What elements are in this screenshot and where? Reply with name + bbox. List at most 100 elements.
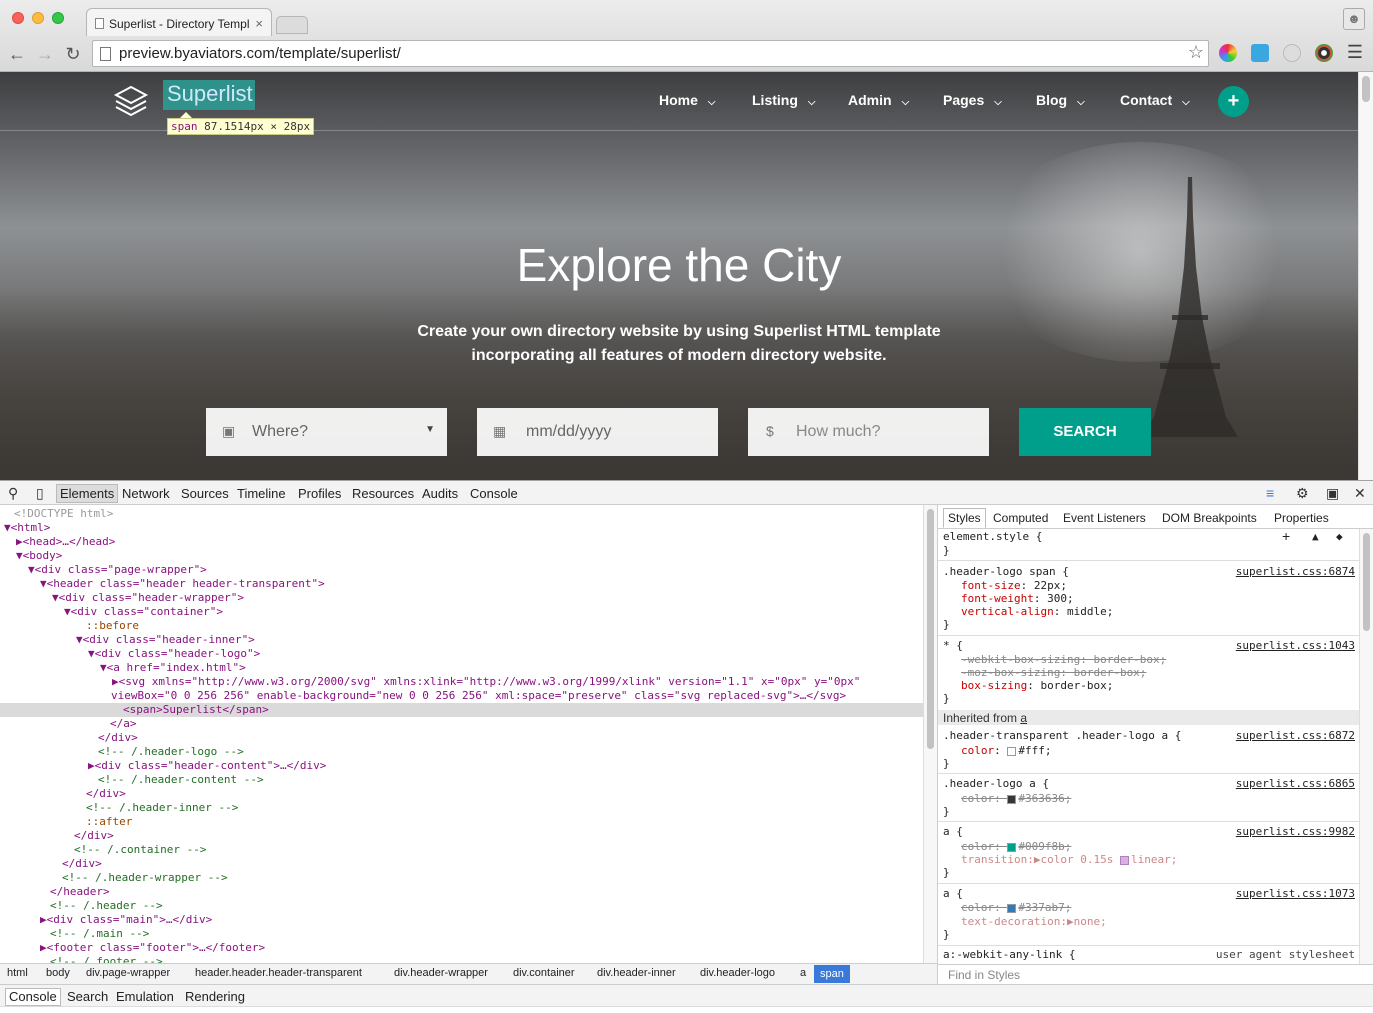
new-tab-button[interactable] xyxy=(276,16,308,34)
nav-blog[interactable]: Blog ⌵ xyxy=(1036,92,1085,108)
dom-node[interactable]: ▶<div class="main">…</div> xyxy=(0,913,923,927)
dock-icon[interactable]: ▣ xyxy=(1326,485,1339,502)
drawer-tab-console[interactable]: Console xyxy=(5,988,61,1006)
nav-pages[interactable]: Pages ⌵ xyxy=(943,92,1002,108)
dom-node[interactable]: ▼<div class="page-wrapper"> xyxy=(0,563,923,577)
breadcrumb-item[interactable]: body xyxy=(46,967,70,979)
menu-icon[interactable]: ☰ xyxy=(1347,42,1363,63)
rule-source-link[interactable]: superlist.css:6865 xyxy=(1236,777,1355,790)
close-window-button[interactable] xyxy=(12,12,24,24)
breadcrumb-item[interactable]: div.header-wrapper xyxy=(394,967,488,979)
forward-icon[interactable]: → xyxy=(35,44,55,65)
dom-node[interactable]: ▼<a href="index.html"> xyxy=(0,661,923,675)
dom-node[interactable]: <!-- /.header-wrapper --> xyxy=(0,871,923,885)
dom-node[interactable]: </div> xyxy=(0,787,923,801)
dom-node[interactable]: ▶<svg xmlns="http://www.w3.org/2000/svg"… xyxy=(0,675,923,689)
dom-node[interactable]: <!-- /.header-content --> xyxy=(0,773,923,787)
css-declaration[interactable]: color: #fff; xyxy=(961,744,1052,757)
dom-node[interactable]: ▶<head>…</head> xyxy=(0,535,923,549)
date-input[interactable]: ▦ mm/dd/yyyy xyxy=(477,408,718,456)
tab-profiles[interactable]: Profiles xyxy=(298,486,341,501)
where-select[interactable]: ▣ Where? ▼ xyxy=(206,408,447,456)
dom-node[interactable]: ▼<body> xyxy=(0,549,923,563)
dom-node[interactable]: <!-- /.header-inner --> xyxy=(0,801,923,815)
dom-node[interactable]: </div> xyxy=(0,829,923,843)
dom-node[interactable]: ▼<div class="header-inner"> xyxy=(0,633,923,647)
console-drawer-icon[interactable]: ≡ xyxy=(1266,485,1274,501)
price-input[interactable]: $ How much? xyxy=(748,408,989,456)
rule-selector[interactable]: a { xyxy=(943,825,963,838)
dom-node[interactable]: ::after xyxy=(0,815,923,829)
tab-console[interactable]: Console xyxy=(470,486,518,501)
color-swatch[interactable] xyxy=(1007,903,1017,913)
breadcrumb-item[interactable]: header.header.header-transparent xyxy=(195,967,362,979)
rule-selector[interactable]: .header-logo a { xyxy=(943,777,1049,790)
easing-swatch[interactable] xyxy=(1119,855,1129,865)
gear-icon[interactable]: ⚙ xyxy=(1296,485,1309,502)
tab-audits[interactable]: Audits xyxy=(422,486,458,501)
close-icon[interactable]: ✕ xyxy=(1354,485,1366,502)
rule-source-link[interactable]: superlist.css:6874 xyxy=(1236,565,1355,578)
back-icon[interactable]: ← xyxy=(7,44,27,65)
rule-source-link[interactable]: superlist.css:1073 xyxy=(1236,887,1355,900)
tab-resources[interactable]: Resources xyxy=(352,486,414,501)
breadcrumb-item[interactable]: div.container xyxy=(513,967,575,979)
css-declaration[interactable]: font-weight: 300; xyxy=(961,592,1074,605)
inspect-search-icon[interactable]: ⚲ xyxy=(8,485,18,502)
element-style-rule[interactable]: element.style { xyxy=(943,530,1042,543)
dom-node[interactable]: ▼<header class="header header-transparen… xyxy=(0,577,923,591)
css-declaration-overridden[interactable]: color: #337ab7; xyxy=(961,901,1071,914)
dom-node[interactable]: ▼<div class="header-logo"> xyxy=(0,647,923,661)
dom-node[interactable]: </div> xyxy=(0,731,923,745)
extension-icon[interactable] xyxy=(1283,44,1301,62)
dom-node[interactable]: </header> xyxy=(0,885,923,899)
find-in-styles-input[interactable]: Find in Styles xyxy=(938,964,1373,984)
dom-node[interactable]: ▼<div class="header-wrapper"> xyxy=(0,591,923,605)
breadcrumb-item-current[interactable]: span xyxy=(814,965,850,983)
add-listing-button[interactable]: + xyxy=(1218,86,1249,117)
extension-icon[interactable] xyxy=(1251,44,1269,62)
nav-listing[interactable]: Listing ⌵ xyxy=(752,92,815,108)
css-declaration[interactable]: box-sizing: border-box; xyxy=(961,679,1113,692)
add-rule-icon[interactable]: + xyxy=(1282,529,1290,543)
dom-node[interactable]: ::before xyxy=(0,619,923,633)
dom-node[interactable]: ▼<div class="container"> xyxy=(0,605,923,619)
css-declaration-overridden[interactable]: -moz-box-sizing: border-box; xyxy=(961,666,1146,679)
rule-selector[interactable]: .header-transparent .header-logo a { xyxy=(943,729,1181,742)
rule-selector[interactable]: a:-webkit-any-link { xyxy=(943,948,1075,961)
tab-dom-breakpoints[interactable]: DOM Breakpoints xyxy=(1162,511,1257,525)
tab-event-listeners[interactable]: Event Listeners xyxy=(1063,511,1146,525)
rule-source-link[interactable]: superlist.css:1043 xyxy=(1236,639,1355,652)
dom-node[interactable]: <!DOCTYPE html> xyxy=(0,507,923,521)
pin-icon[interactable]: ▲ xyxy=(1312,530,1319,543)
tab-computed[interactable]: Computed xyxy=(993,511,1048,525)
address-bar[interactable]: preview.byaviators.com/template/superlis… xyxy=(92,40,1209,67)
dom-node[interactable]: <!-- /.header-logo --> xyxy=(0,745,923,759)
dom-node[interactable]: <!-- /.main --> xyxy=(0,927,923,941)
browser-tab[interactable]: Superlist - Directory Templ × xyxy=(86,8,272,36)
dom-node[interactable]: </div> xyxy=(0,857,923,871)
drawer-tab-rendering[interactable]: Rendering xyxy=(185,989,245,1004)
extension-icon[interactable] xyxy=(1315,44,1333,62)
rule-selector[interactable]: .header-logo span { xyxy=(943,565,1069,578)
breadcrumb-item[interactable]: div.page-wrapper xyxy=(86,967,170,979)
color-format-icon[interactable]: ◆ xyxy=(1336,530,1343,543)
nav-contact[interactable]: Contact ⌵ xyxy=(1120,92,1190,108)
tab-close-icon[interactable]: × xyxy=(255,16,263,31)
tab-styles[interactable]: Styles xyxy=(943,508,986,528)
minimize-window-button[interactable] xyxy=(32,12,44,24)
logo-text[interactable]: Superlist xyxy=(163,80,255,110)
elements-tree[interactable]: <!DOCTYPE html> ▼<html> ▶<head>…</head> … xyxy=(0,505,923,963)
dom-node[interactable]: viewBox="0 0 256 256" enable-background=… xyxy=(0,689,923,703)
css-declaration[interactable]: text-decoration:▶none; xyxy=(961,915,1107,928)
dom-node[interactable]: <!-- /.footer --> xyxy=(0,955,923,963)
elements-scrollbar[interactable] xyxy=(923,505,937,963)
rule-source-link[interactable]: superlist.css:9982 xyxy=(1236,825,1355,838)
drawer-tab-emulation[interactable]: Emulation xyxy=(116,989,174,1004)
profile-icon[interactable]: ☻ xyxy=(1343,8,1365,30)
tab-elements[interactable]: Elements xyxy=(56,484,119,503)
reload-icon[interactable]: ↻ xyxy=(63,44,83,65)
zoom-window-button[interactable] xyxy=(52,12,64,24)
dom-node-selected[interactable]: <span>Superlist</span> xyxy=(0,703,923,717)
dom-node[interactable]: ▶<footer class="footer">…</footer> xyxy=(0,941,923,955)
